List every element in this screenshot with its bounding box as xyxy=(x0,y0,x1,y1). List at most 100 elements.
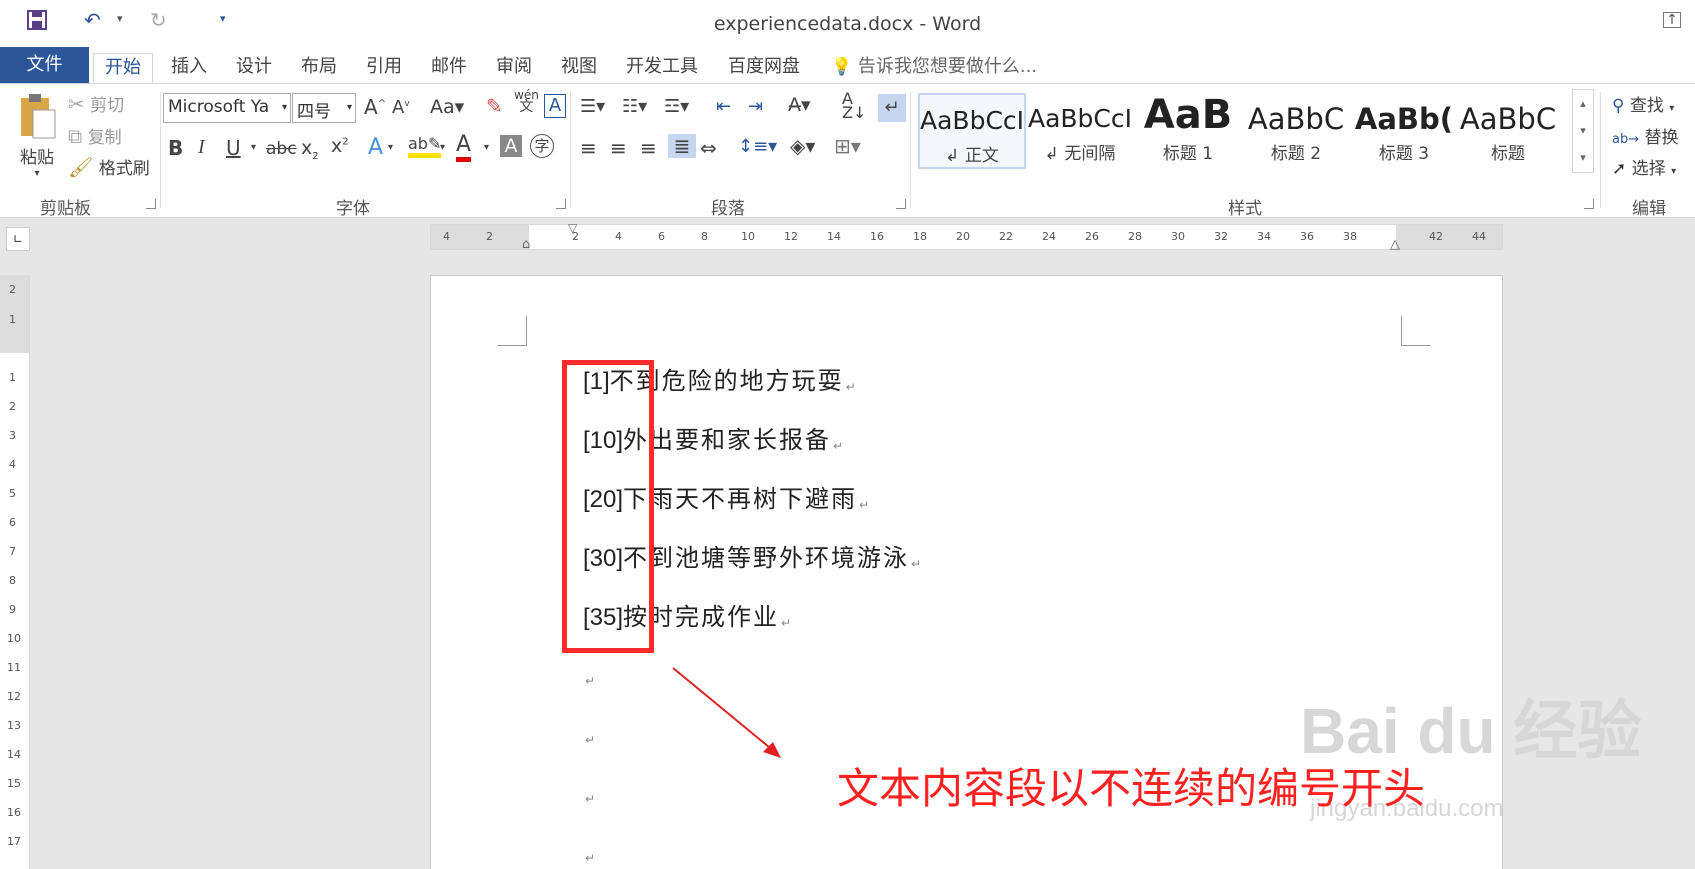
cursor-arrow-icon: ➚ xyxy=(1612,159,1627,179)
format-painter-button[interactable]: 🖌 格式刷 xyxy=(68,154,150,179)
increase-indent-icon[interactable]: ⇥ xyxy=(748,96,763,117)
style-no-spacing[interactable]: AaBbCcI ↲ 无间隔 xyxy=(1026,93,1134,169)
superscript-icon[interactable]: x2 xyxy=(331,135,349,157)
ruler-tick: 38 xyxy=(1343,230,1357,243)
font-name-select[interactable]: Microsoft Ya ▾ xyxy=(163,93,291,123)
clipboard-launcher-icon[interactable] xyxy=(146,199,156,209)
align-right-icon[interactable]: ≡ xyxy=(640,136,657,160)
tell-me-text: 告诉我您想要做什么... xyxy=(857,56,1038,77)
ruler-tick: 4 xyxy=(443,230,450,243)
font-launcher-icon[interactable] xyxy=(556,199,566,209)
cut-button[interactable]: ✂ 剪切 xyxy=(68,91,124,116)
font-name-value: Microsoft Ya xyxy=(168,97,270,117)
character-shading-icon[interactable]: A xyxy=(500,135,522,157)
style-heading-2[interactable]: AaBbC 标题 2 xyxy=(1242,93,1350,169)
first-line-indent-marker-icon[interactable]: ▽ xyxy=(568,221,577,235)
style-sample: AaBb( xyxy=(1354,102,1454,136)
underline-dropdown-icon[interactable]: ▾ xyxy=(251,142,256,153)
style-name: ↲ 正文 xyxy=(945,146,999,166)
strikethrough-icon[interactable]: abc xyxy=(266,139,297,159)
text-effects-icon[interactable]: A xyxy=(368,135,383,160)
divider xyxy=(160,92,161,208)
vertical-ruler[interactable]: 2 1 1 2 3 4 5 6 7 8 9 10 11 12 13 14 15 … xyxy=(0,275,30,869)
distributed-icon[interactable]: ⇔ xyxy=(700,136,717,160)
highlight-dropdown-icon[interactable]: ▾ xyxy=(440,142,445,153)
copy-icon: ⧉ xyxy=(68,124,83,148)
styles-scroll[interactable]: ▴ ▾ ▾ xyxy=(1572,89,1594,173)
tab-selector-icon[interactable]: ∟ xyxy=(6,227,30,251)
highlight-box xyxy=(562,360,654,653)
style-title[interactable]: AaBbC 标题 xyxy=(1458,93,1558,169)
numbering-icon[interactable]: ☷▾ xyxy=(622,96,647,117)
right-indent-marker-icon[interactable]: △ xyxy=(1390,237,1400,252)
shrink-font-icon[interactable]: Av xyxy=(392,97,410,118)
ruler-tick: 24 xyxy=(1042,230,1056,243)
align-center-icon[interactable]: ≡ xyxy=(610,136,627,160)
justify-icon[interactable]: ≣ xyxy=(668,134,696,158)
tab-developer[interactable]: 开发工具 xyxy=(615,53,709,83)
tab-home[interactable]: 开始 xyxy=(93,53,153,83)
tab-design[interactable]: 设计 xyxy=(225,53,283,83)
decrease-indent-icon[interactable]: ⇤ xyxy=(716,96,731,117)
horizontal-ruler[interactable]: 4 2 2 4 6 8 10 12 14 16 18 20 22 24 26 2… xyxy=(430,221,1503,252)
copy-button[interactable]: ⧉ 复制 xyxy=(68,123,122,148)
font-color-dropdown-icon[interactable]: ▾ xyxy=(484,142,489,153)
style-heading-1[interactable]: AaB 标题 1 xyxy=(1134,93,1242,169)
tab-view[interactable]: 视图 xyxy=(550,53,608,83)
tab-mailings[interactable]: 邮件 xyxy=(420,53,478,83)
subscript-icon[interactable]: x2 xyxy=(301,137,319,162)
character-border-icon[interactable]: A xyxy=(544,94,566,118)
tell-me-box[interactable]: 💡 告诉我您想要做什么... xyxy=(820,53,1048,83)
clear-formatting-icon[interactable]: ✎ xyxy=(486,94,503,118)
font-size-value: 四号 xyxy=(297,102,331,122)
style-sample: AaBbC xyxy=(1247,102,1345,136)
find-button[interactable]: ⚲ 查找 ▾ xyxy=(1612,91,1674,116)
style-normal[interactable]: AaBbCcI ↲ 正文 xyxy=(918,93,1026,169)
paragraph-mark-icon: ↵ xyxy=(833,439,846,453)
phonetic-guide-button[interactable]: wén 文 xyxy=(514,89,539,114)
replace-button[interactable]: ab→ 替换 xyxy=(1612,123,1679,148)
line-spacing-icon[interactable]: ↕≡▾ xyxy=(738,136,777,157)
bold-icon[interactable]: B xyxy=(168,136,183,160)
style-sample: AaBbC xyxy=(1459,102,1557,136)
paragraph-launcher-icon[interactable] xyxy=(896,199,906,209)
italic-icon[interactable]: I xyxy=(198,136,205,159)
font-size-select[interactable]: 四号 ▾ xyxy=(292,93,356,123)
ruler-tick: 14 xyxy=(827,230,841,243)
show-formatting-marks-icon[interactable]: ↵ xyxy=(878,94,906,122)
style-name: 标题 xyxy=(1491,144,1525,164)
paragraph-text: 不到池塘等野外环境游泳 xyxy=(623,544,910,572)
highlight-icon[interactable]: ab✎ xyxy=(408,134,442,158)
tab-file[interactable]: 文件 xyxy=(0,47,89,83)
left-indent-marker-icon[interactable]: ⌂ xyxy=(522,237,530,252)
tab-references[interactable]: 引用 xyxy=(355,53,413,83)
enclose-characters-icon[interactable]: 字 xyxy=(530,134,554,158)
paintbrush-icon: 🖌 xyxy=(68,155,94,179)
styles-launcher-icon[interactable] xyxy=(1584,199,1594,209)
shading-icon[interactable]: ◈▾ xyxy=(790,134,815,158)
underline-icon[interactable]: U xyxy=(226,136,241,160)
paste-button[interactable]: 粘贴 ▾ xyxy=(14,92,60,179)
paste-dropdown-icon[interactable]: ▾ xyxy=(14,168,60,179)
select-button[interactable]: ➚ 选择 ▾ xyxy=(1612,154,1676,179)
style-heading-3[interactable]: AaBb( 标题 3 xyxy=(1350,93,1458,169)
grow-font-icon[interactable]: A^ xyxy=(364,95,386,119)
tab-layout[interactable]: 布局 xyxy=(290,53,348,83)
chinese-layout-icon[interactable]: A̶▾ xyxy=(788,94,811,116)
text-effects-dropdown-icon[interactable]: ▾ xyxy=(388,142,393,153)
ruler-tick: 32 xyxy=(1214,230,1228,243)
bullets-icon[interactable]: ☰▾ xyxy=(580,96,605,117)
tab-baidu-netdisk[interactable]: 百度网盘 xyxy=(717,53,811,83)
ruler-tick: 1 xyxy=(9,313,16,326)
change-case-icon[interactable]: Aa▾ xyxy=(430,96,464,118)
font-color-icon[interactable]: A xyxy=(456,132,472,162)
multilevel-list-icon[interactable]: ☲▾ xyxy=(664,96,689,117)
word-window: ↶ ▾ ↻ ▾ experiencedata.docx - Word ↑ 文件 … xyxy=(0,0,1695,869)
align-left-icon[interactable]: ≡ xyxy=(580,136,597,160)
borders-icon[interactable]: ⊞▾ xyxy=(834,134,861,158)
tab-insert[interactable]: 插入 xyxy=(160,53,218,83)
ruler-tick: 6 xyxy=(658,230,665,243)
tab-review[interactable]: 审阅 xyxy=(485,53,543,83)
ribbon-display-options-icon[interactable]: ↑ xyxy=(1663,12,1681,28)
sort-icon[interactable]: A Z↓ xyxy=(842,91,866,121)
